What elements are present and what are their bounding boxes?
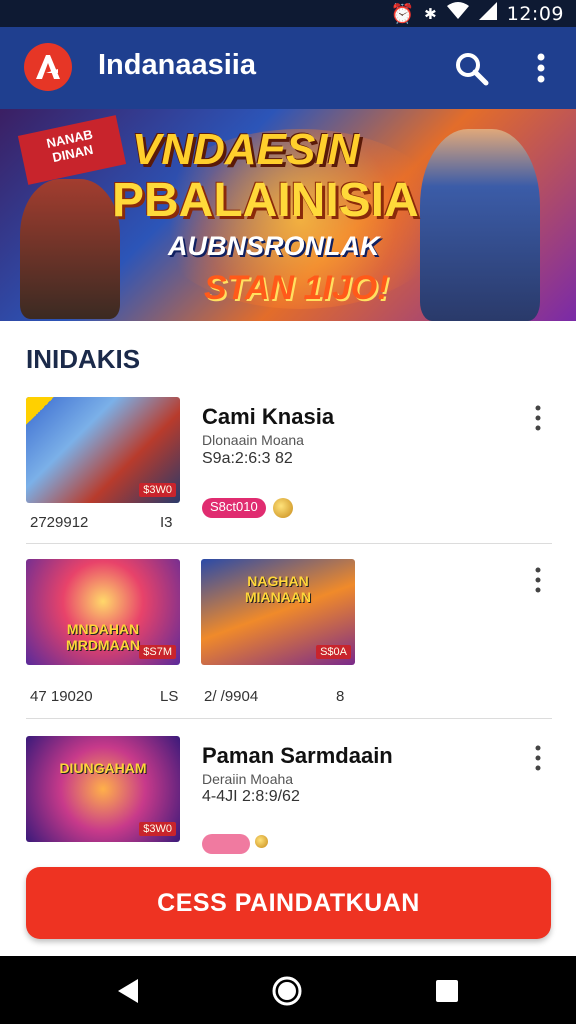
divider xyxy=(26,543,552,544)
hero-banner[interactable]: NANAB DINAN VNDAESIN PBALAINISIA AUBNSRO… xyxy=(0,109,576,321)
thumbnail-tag: S$0A xyxy=(316,645,351,659)
signal-icon xyxy=(478,2,497,25)
hero-headline-2: PBALAINISIA xyxy=(112,174,419,227)
thumbnail-caption: DIUNGAHAM xyxy=(59,760,147,776)
system-nav-bar xyxy=(0,956,576,1024)
thumbnail-tag: $S7M xyxy=(139,645,176,659)
thumbnail-tag: $3W0 xyxy=(139,483,176,497)
hero-headline-3: AUBNSRONLAK xyxy=(168,231,380,261)
item-badge: S8ct010 xyxy=(202,498,266,518)
item-date: 47 19020 xyxy=(30,688,93,705)
item-badge xyxy=(202,834,250,854)
hero-character-right xyxy=(420,129,540,321)
alarm-icon: ⏰ xyxy=(390,3,415,25)
item-more-vert-icon[interactable] xyxy=(526,400,550,436)
app-bar: Indanaasiia xyxy=(0,27,576,109)
app-title: Indanaasiia xyxy=(98,49,256,81)
bluetooth-icon: ✱ xyxy=(424,4,437,23)
back-icon[interactable] xyxy=(112,974,146,1008)
item-date-secondary: 2/ /9904 xyxy=(204,688,259,705)
item-thumbnail[interactable]: MNDAHAN MRDMAAN $S7M xyxy=(26,559,180,665)
home-icon[interactable] xyxy=(270,974,304,1008)
primary-cta-button[interactable]: CESS PAINDATKUAN xyxy=(26,867,551,939)
status-bar: ⏰ ✱ 12:09 xyxy=(0,0,576,27)
coin-icon xyxy=(255,835,268,848)
thumbnail-corner-badge xyxy=(26,397,54,425)
item-thumbnail[interactable]: NAGHAN MIANAAN S$0A xyxy=(201,559,355,665)
item-more-vert-icon[interactable] xyxy=(526,562,550,598)
item-count: I3 xyxy=(160,514,173,531)
item-count: LS xyxy=(160,688,179,705)
coin-icon xyxy=(273,498,293,518)
item-title[interactable]: Cami Knasia xyxy=(202,404,334,430)
divider xyxy=(26,718,552,719)
app-logo-icon[interactable] xyxy=(24,43,72,91)
recents-icon[interactable] xyxy=(430,974,464,1008)
hero-flag: NANAB DINAN xyxy=(17,115,127,185)
item-more-vert-icon[interactable] xyxy=(526,740,550,776)
status-time: 12:09 xyxy=(506,2,564,25)
hero-headline-4: STAN 1IJO! xyxy=(204,269,389,307)
item-count-secondary: 8 xyxy=(336,688,345,705)
item-stat: S9a:2:6:3 82 xyxy=(202,450,293,467)
item-title[interactable]: Paman Sarmdaain xyxy=(202,743,393,769)
wifi-icon xyxy=(446,2,469,25)
item-stat: 4-4JI 2:8:9/62 xyxy=(202,788,300,805)
status-icons: ⏰ ✱ 12:09 xyxy=(390,2,564,25)
thumbnail-tag: $3W0 xyxy=(139,822,176,836)
hero-character-left xyxy=(20,179,120,319)
item-date: 2729912 xyxy=(30,514,89,531)
item-subtitle: Deraiin Moaha xyxy=(202,771,294,787)
hero-headline-1: VNDAESIN xyxy=(132,125,360,174)
item-subtitle: Dlonaain Moana xyxy=(202,432,304,448)
search-icon[interactable] xyxy=(452,49,492,89)
item-thumbnail[interactable]: DIUNGAHAM $3W0 xyxy=(26,736,180,842)
item-thumbnail[interactable]: $3W0 xyxy=(26,397,180,503)
thumbnail-caption: NAGHAN MIANAAN xyxy=(244,573,312,605)
more-vert-icon[interactable] xyxy=(526,49,556,89)
section-title: INIDAKIS xyxy=(26,344,141,374)
